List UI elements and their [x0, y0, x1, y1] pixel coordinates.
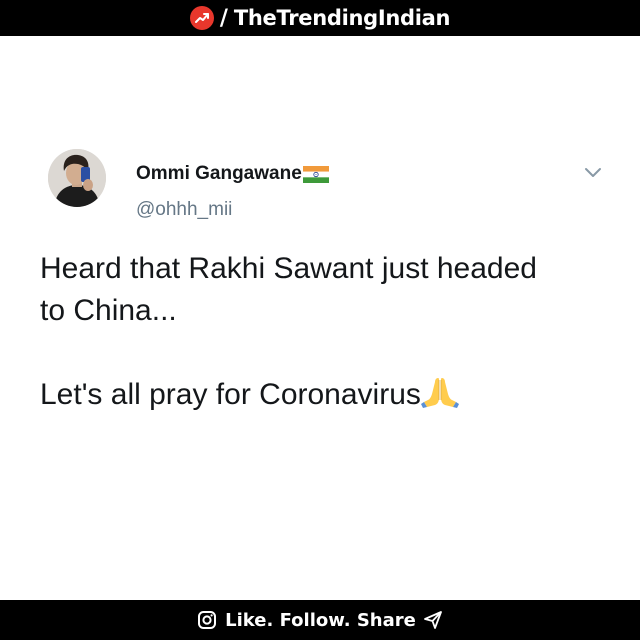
india-flag-icon [302, 165, 329, 183]
display-name-row: Ommi Gangawane [136, 163, 329, 185]
display-name[interactable]: Ommi Gangawane [136, 163, 302, 185]
tweet-line: to China... [40, 294, 177, 327]
tweet-line: Let's all pray for Coronavirus [40, 378, 421, 411]
avatar[interactable] [48, 149, 106, 207]
call-to-action: Like. Follow. Share [225, 609, 416, 631]
user-handle[interactable]: @ohhh_mii [136, 199, 232, 221]
top-banner: / TheTrendingIndian [0, 0, 640, 36]
brand-separator: / [219, 5, 228, 31]
trending-up-icon [189, 6, 214, 30]
bottom-banner: Like. Follow. Share [0, 600, 640, 640]
send-icon [423, 610, 443, 630]
folded-hands-icon [420, 374, 459, 408]
tweet-line: Heard that Rakhi Sawant just headed [40, 252, 537, 285]
chevron-down-icon[interactable] [582, 165, 604, 181]
tweet-text: Heard that Rakhi Sawant just headed to C… [40, 248, 620, 416]
tweet-line-with-emoji: Let's all pray for Coronavirus [40, 374, 620, 416]
brand-name: TheTrendingIndian [233, 6, 451, 30]
instagram-icon [197, 610, 217, 630]
